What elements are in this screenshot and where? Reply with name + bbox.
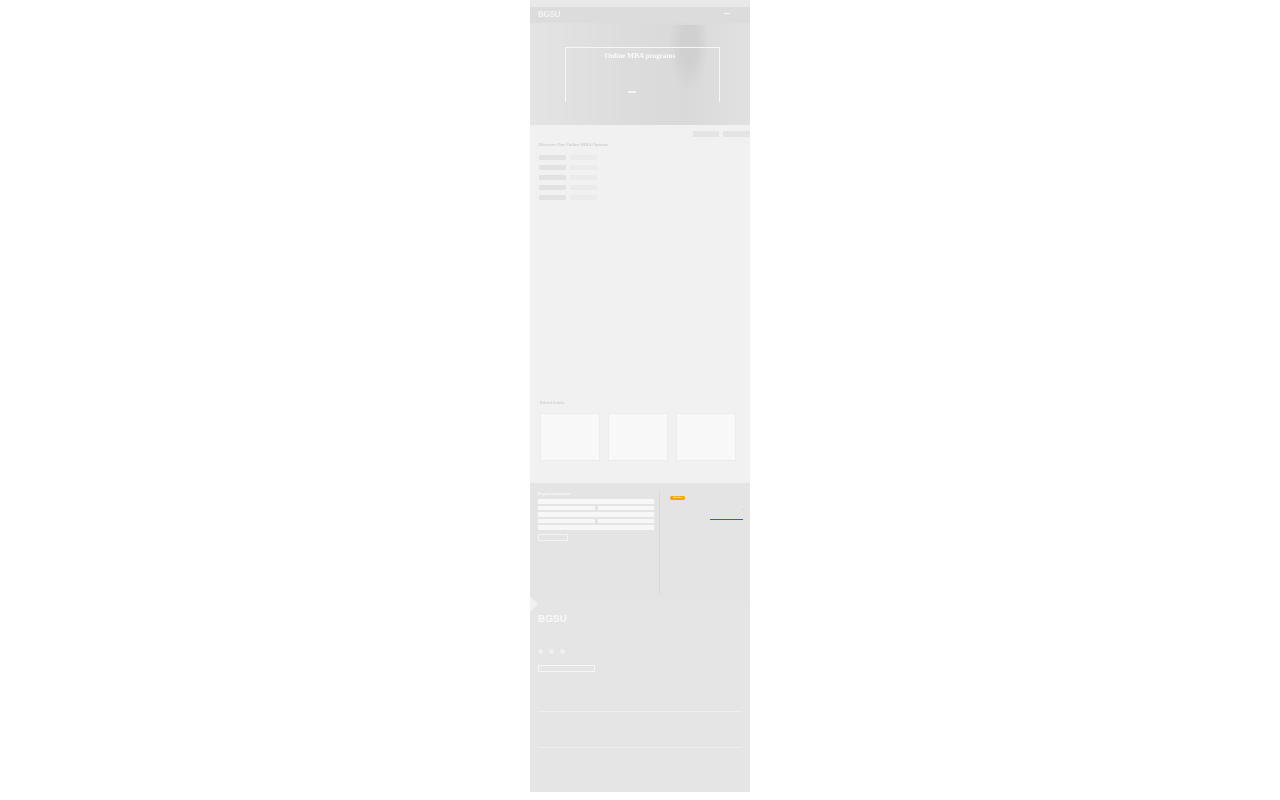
article-card[interactable] <box>608 413 668 462</box>
twitter-icon[interactable] <box>549 649 554 654</box>
chat-now-button[interactable]: Chat Now <box>670 496 686 501</box>
related-heading: Related Articles <box>540 401 565 405</box>
option-primary-button[interactable] <box>539 174 566 180</box>
cta-button-1[interactable] <box>693 131 719 137</box>
option-primary-button[interactable] <box>539 154 566 160</box>
option-primary-button[interactable] <box>539 164 566 170</box>
hero-banner: Online MBA programs <box>530 23 750 125</box>
contact-panel: Chat Now › <box>670 492 744 520</box>
hero-secondary-button[interactable] <box>644 91 652 93</box>
facebook-icon[interactable] <box>538 649 543 654</box>
social-links <box>538 649 565 654</box>
utility-bar <box>530 0 750 7</box>
instagram-icon[interactable] <box>560 649 565 654</box>
program-option <box>539 174 743 180</box>
bgsu-logo[interactable]: BGSU <box>538 10 561 20</box>
main-nav <box>706 13 730 15</box>
program-option <box>539 184 743 190</box>
submit-button[interactable] <box>538 533 568 541</box>
program-option <box>539 154 743 160</box>
form-heading: Request Information <box>538 492 571 496</box>
request-info-section: Request Information Chat Now › <box>530 483 750 601</box>
request-info-form: Request Information <box>538 492 654 545</box>
program-option <box>539 164 743 170</box>
chevron-right-icon[interactable]: › <box>743 509 744 511</box>
zip-field[interactable] <box>597 518 654 524</box>
related-articles: Related Articles ‹ › <box>540 401 742 470</box>
option-secondary-button[interactable] <box>570 164 597 170</box>
page-heading: Discover Our Online MBA Options <box>539 142 608 147</box>
apply-button[interactable] <box>724 13 730 15</box>
hero-primary-button[interactable] <box>628 91 636 93</box>
first-name-field[interactable] <box>538 505 595 511</box>
article-card[interactable] <box>676 413 736 462</box>
cta-bar <box>530 128 750 138</box>
start-term-select[interactable] <box>538 525 654 530</box>
option-primary-button[interactable] <box>539 184 566 190</box>
site-header: BGSU <box>530 7 750 23</box>
phone-field[interactable] <box>538 518 595 524</box>
program-option <box>539 194 743 200</box>
site-footer: BGSU <box>530 596 750 792</box>
carousel-arrows[interactable]: ‹ › <box>739 468 741 470</box>
article-card[interactable] <box>540 413 600 462</box>
hero-title: Online MBA programs <box>604 52 676 60</box>
main-content: Discover Our Online MBA Options <box>539 142 743 210</box>
option-secondary-button[interactable] <box>570 184 597 190</box>
footer-logo[interactable]: BGSU <box>538 614 567 626</box>
option-primary-button[interactable] <box>539 194 566 200</box>
cta-button-2[interactable] <box>723 131 750 137</box>
footer-button[interactable] <box>538 665 595 672</box>
option-secondary-button[interactable] <box>570 194 597 200</box>
option-secondary-button[interactable] <box>570 174 597 180</box>
option-secondary-button[interactable] <box>570 154 597 160</box>
last-name-field[interactable] <box>597 505 654 511</box>
webpage: BGSU Online MBA programs Discover Our On… <box>530 0 750 792</box>
